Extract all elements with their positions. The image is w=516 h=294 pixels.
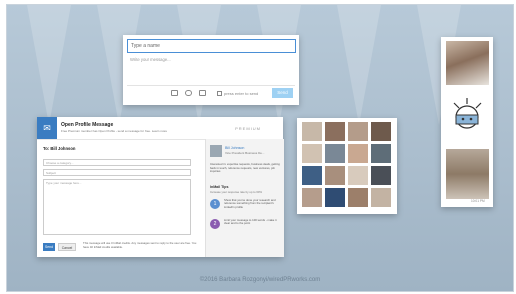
background-triangle bbox=[27, 5, 71, 125]
grid-photo bbox=[348, 166, 368, 185]
subject-input[interactable]: Subject bbox=[43, 169, 191, 176]
image-icon[interactable] bbox=[171, 90, 178, 96]
message-composer: Type a name Write your message... press … bbox=[123, 35, 299, 105]
grid-photo bbox=[348, 122, 368, 141]
grid-photo bbox=[325, 144, 345, 163]
grid-photo bbox=[348, 188, 368, 207]
person-photo bbox=[446, 41, 489, 85]
press-enter-checkbox[interactable] bbox=[217, 91, 222, 96]
message-textarea[interactable]: Write your message... bbox=[127, 55, 296, 81]
monkey-photo bbox=[446, 149, 489, 199]
tip-text: Limit your message to 100 words - make i… bbox=[224, 218, 277, 226]
grid-photo bbox=[325, 188, 345, 207]
link-icon[interactable] bbox=[185, 90, 192, 96]
recipient-interests: Interested in: expertise requests, busin… bbox=[210, 162, 280, 174]
envelope-icon: ✉ bbox=[37, 117, 57, 139]
grid-photo bbox=[325, 166, 345, 185]
open-profile-message-window: ✉ Open Profile Message Free Premium memb… bbox=[37, 117, 284, 257]
tip-text: Show that you've done your research and … bbox=[224, 198, 276, 209]
tip-number-badge: 1 bbox=[210, 199, 220, 209]
message-body-textarea[interactable]: Type your message here... bbox=[43, 179, 191, 235]
grid-photo bbox=[302, 144, 322, 163]
recipient-to-label: To: Bill Johnson bbox=[43, 146, 76, 151]
grid-photo bbox=[302, 188, 322, 207]
inmail-tips-heading: InMail Tips bbox=[210, 185, 229, 189]
premium-brand: PREMIUM bbox=[235, 126, 261, 131]
recipient-sidebar: Bill Johnson Vice President Business De.… bbox=[205, 139, 284, 257]
grid-photo bbox=[371, 122, 391, 141]
cartoon-image bbox=[446, 95, 489, 135]
grid-photo bbox=[348, 144, 368, 163]
recipient-name[interactable]: Bill Johnson bbox=[225, 146, 244, 150]
inmail-tips-subtitle: Increase your response rate by up to 60% bbox=[210, 190, 262, 194]
name-input[interactable]: Type a name bbox=[127, 39, 296, 53]
avatar bbox=[210, 145, 222, 157]
attachment-icon[interactable] bbox=[199, 90, 206, 96]
send-button[interactable]: Send bbox=[272, 88, 293, 98]
message-header: ✉ Open Profile Message Free Premium memb… bbox=[37, 117, 283, 140]
timestamp: 10:01 PM bbox=[471, 199, 485, 203]
slide-background: Type a name Write your message... press … bbox=[6, 4, 514, 292]
category-select[interactable]: Choose a category... bbox=[43, 159, 191, 166]
grid-photo bbox=[371, 166, 391, 185]
grid-photo bbox=[371, 188, 391, 207]
grid-photo bbox=[325, 122, 345, 141]
message-subtitle: Free Premium member has Open Profile - s… bbox=[61, 129, 168, 133]
send-inmail-button[interactable]: Send bbox=[43, 243, 55, 251]
grid-photo bbox=[302, 122, 322, 141]
inmail-credits-note: This message will use 0 InMail credits. … bbox=[83, 241, 197, 249]
press-enter-label: press enter to send bbox=[224, 91, 259, 96]
tip-number-badge: 2 bbox=[210, 219, 220, 229]
background-triangle bbox=[337, 5, 381, 125]
profile-photo-grid bbox=[297, 118, 397, 214]
copyright-text: ©2016 Barbara Rozgonyi/wiredPRworks.com bbox=[199, 277, 321, 283]
image-strip: 10:01 PM bbox=[441, 37, 493, 207]
grid-photo bbox=[302, 166, 322, 185]
recipient-title: Vice President Business De... bbox=[225, 151, 265, 155]
message-title: Open Profile Message bbox=[61, 122, 114, 128]
grid-photo bbox=[371, 144, 391, 163]
composer-footer: press enter to send Send bbox=[127, 85, 295, 100]
cancel-button[interactable]: Cancel bbox=[58, 243, 76, 251]
